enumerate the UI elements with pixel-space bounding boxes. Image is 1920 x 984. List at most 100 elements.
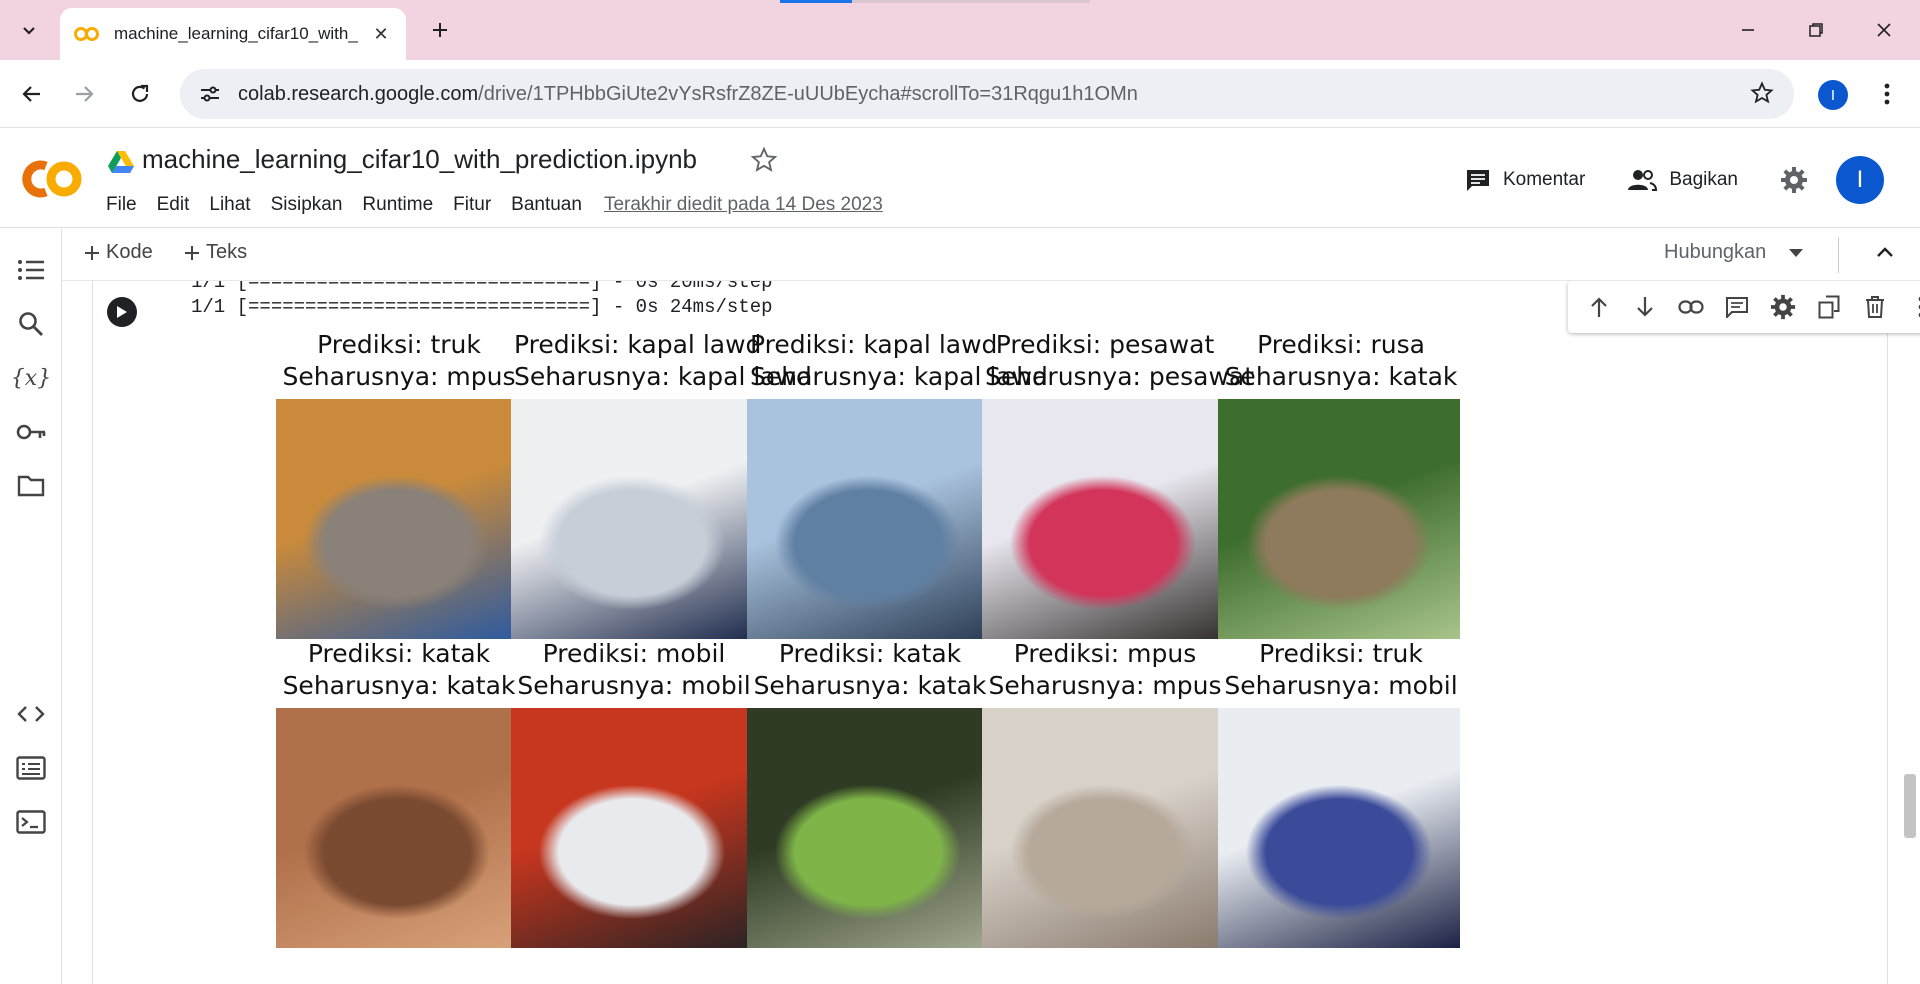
restore-button[interactable] xyxy=(1794,10,1838,50)
code-cell-output: 1/1 [==============================] - 0… xyxy=(92,281,1888,984)
comment-icon[interactable] xyxy=(1722,292,1752,322)
folder-icon[interactable] xyxy=(14,469,48,503)
url-host: colab.research.google.com xyxy=(238,82,479,105)
more-vert-icon[interactable] xyxy=(1906,292,1920,322)
menu-file[interactable]: File xyxy=(106,194,137,216)
chevron-up-icon xyxy=(1877,247,1893,257)
search-icon[interactable] xyxy=(14,307,48,341)
tab-title: machine_learning_cifar10_with_ xyxy=(114,24,358,43)
menu-tools[interactable]: Fitur xyxy=(453,194,491,216)
new-tab-button[interactable] xyxy=(424,14,456,46)
browser-profile-avatar[interactable]: I xyxy=(1818,80,1848,110)
header-actions: Komentar Bagikan I xyxy=(1465,154,1920,206)
notebook-title[interactable]: machine_learning_cifar10_with_prediction… xyxy=(142,144,697,175)
arrow-right-icon xyxy=(76,86,94,102)
share-button[interactable]: Bagikan xyxy=(1627,169,1738,191)
add-code-button[interactable]: Kode xyxy=(84,241,153,264)
tab-strip-segment xyxy=(852,0,1090,3)
browser-tab-strip: machine_learning_cifar10_with_ ✕ xyxy=(0,0,1920,60)
arrow-left-icon xyxy=(22,86,40,102)
tab-strip-highlight xyxy=(780,0,852,3)
trash-icon[interactable] xyxy=(1860,292,1890,322)
code-snippets-icon[interactable] xyxy=(14,697,48,731)
last-edited-link[interactable]: Terakhir diedit pada 14 Des 2023 xyxy=(604,194,883,216)
variables-icon[interactable]: {𝑥} xyxy=(11,361,51,395)
predicted-label: Prediksi: rusa xyxy=(1257,330,1425,359)
secrets-key-icon[interactable] xyxy=(14,415,48,449)
minimize-icon xyxy=(1742,29,1754,31)
back-button[interactable] xyxy=(14,76,50,112)
bookmark-star-icon[interactable] xyxy=(1750,81,1774,110)
google-drive-icon[interactable] xyxy=(108,150,134,174)
cat-on-blue-cloth-image xyxy=(276,399,518,639)
mirror-in-tab-icon[interactable] xyxy=(1814,292,1844,322)
blue-car-image xyxy=(1218,708,1460,948)
frog-in-grass-image xyxy=(1218,399,1460,639)
table-of-contents-icon[interactable] xyxy=(14,253,48,287)
scrollbar-thumb[interactable] xyxy=(1904,774,1916,838)
play-icon xyxy=(117,306,127,318)
menu-insert[interactable]: Sisipkan xyxy=(271,194,343,216)
url-path: /drive/1TPHbbGiUte2vYsRsfrZ8ZE-uUUbEycha… xyxy=(478,82,1138,105)
colab-logo-icon[interactable] xyxy=(20,154,86,204)
terminal-icon[interactable] xyxy=(14,805,48,839)
colab-header: machine_learning_cifar10_with_prediction… xyxy=(0,130,1920,228)
close-window-button[interactable] xyxy=(1862,10,1906,50)
menu-edit[interactable]: Edit xyxy=(157,194,190,216)
forward-button[interactable] xyxy=(66,76,102,112)
colab-favicon-icon xyxy=(74,24,100,44)
plus-icon xyxy=(433,23,447,37)
minimize-button[interactable] xyxy=(1726,10,1770,50)
plus-icon xyxy=(85,245,99,260)
arrow-up-icon[interactable] xyxy=(1584,292,1614,322)
green-frog-image xyxy=(747,708,989,948)
prediction-figure: Prediksi: truk Seharusnya: mpus Prediksi: … xyxy=(229,329,1689,984)
browser-toolbar: colab.research.google.com/drive/1TPHbbGi… xyxy=(0,60,1920,128)
plus-icon xyxy=(185,245,199,260)
add-code-label: Kode xyxy=(106,241,153,263)
menu-view[interactable]: Lihat xyxy=(209,194,250,216)
true-label: Seharusnya: katak xyxy=(1224,362,1458,391)
restore-icon xyxy=(1809,23,1823,37)
chevron-down-icon xyxy=(23,27,35,35)
menu-bar: File Edit Lihat Sisipkan Runtime Fitur B… xyxy=(106,194,883,216)
cell-toolbar xyxy=(1568,281,1920,333)
address-bar[interactable]: colab.research.google.com/drive/1TPHbbGi… xyxy=(180,69,1794,119)
menu-help[interactable]: Bantuan xyxy=(511,194,582,216)
concorde-plane-image xyxy=(982,399,1224,639)
dropdown-arrow-icon[interactable] xyxy=(1788,248,1804,258)
command-palette-icon[interactable] xyxy=(14,751,48,785)
add-text-button[interactable]: Teks xyxy=(184,241,247,264)
arrow-down-icon[interactable] xyxy=(1630,292,1660,322)
notebook-star-icon[interactable] xyxy=(750,146,778,174)
reload-button[interactable] xyxy=(122,76,158,112)
comment-button[interactable]: Komentar xyxy=(1465,168,1585,192)
true-label: Seharusnya: mobil xyxy=(1224,671,1458,700)
toolbar-divider xyxy=(1838,237,1839,273)
notebook-toolbar: Kode Teks Hubungkan xyxy=(62,229,1920,281)
left-sidebar: {𝑥} xyxy=(0,229,62,984)
log-line: 1/1 [==============================] - 0… xyxy=(191,296,773,318)
browser-menu-button[interactable] xyxy=(1872,78,1902,110)
menu-runtime[interactable]: Runtime xyxy=(362,194,433,216)
tab-close-icon[interactable]: ✕ xyxy=(370,23,392,45)
user-avatar[interactable]: I xyxy=(1836,156,1884,204)
url-text: colab.research.google.com/drive/1TPHbbGi… xyxy=(238,83,1138,106)
site-info-icon[interactable] xyxy=(196,80,224,108)
tab-search-button[interactable] xyxy=(10,12,48,48)
connect-label: Hubungkan xyxy=(1664,241,1767,263)
gear-icon[interactable] xyxy=(1768,292,1798,322)
add-text-label: Teks xyxy=(206,241,248,263)
collapse-header-button[interactable] xyxy=(1874,241,1896,268)
predicted-label: Prediksi: truk xyxy=(1259,639,1423,668)
settings-button[interactable] xyxy=(1780,166,1808,194)
run-cell-button[interactable] xyxy=(107,297,137,327)
white-ship-image xyxy=(511,399,753,639)
connect-button[interactable]: Hubungkan xyxy=(1664,241,1804,264)
people-icon xyxy=(1628,170,1658,191)
grey-cat-image xyxy=(982,708,1224,948)
link-icon[interactable] xyxy=(1676,292,1706,322)
notebook-content: 1/1 [==============================] - 0… xyxy=(62,281,1920,984)
browser-tab[interactable]: machine_learning_cifar10_with_ ✕ xyxy=(60,8,406,60)
more-vert-icon xyxy=(1884,83,1890,105)
